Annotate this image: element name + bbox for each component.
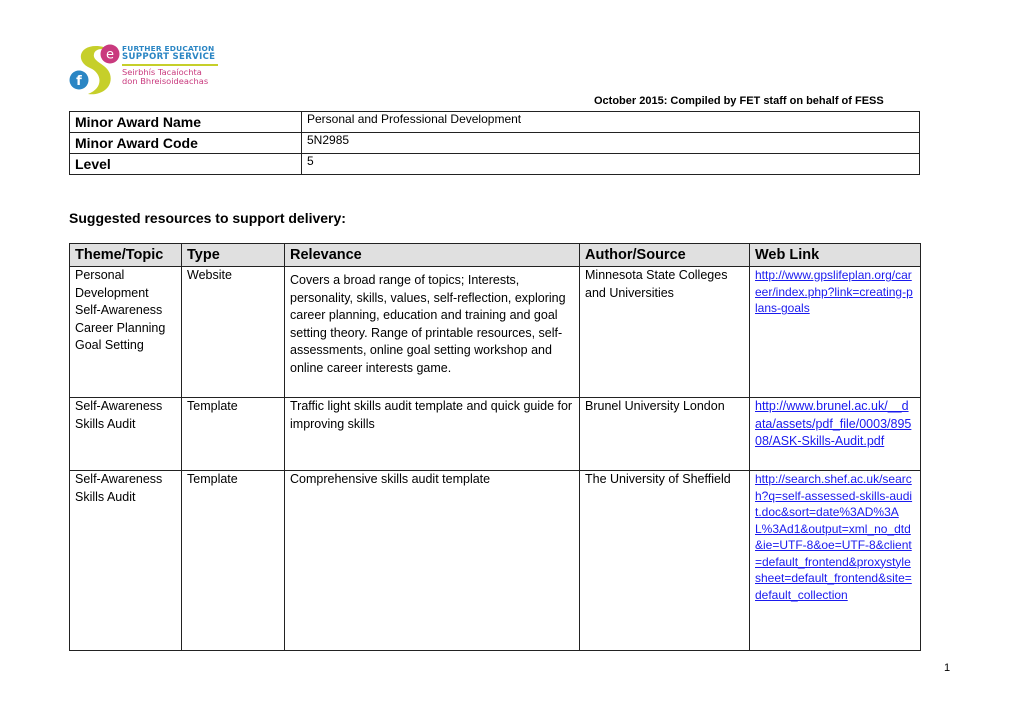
theme-line: Self-Awareness: [75, 399, 163, 413]
compiled-note: October 2015: Compiled by FET staff on b…: [594, 95, 884, 107]
theme-cell: Self-Awareness Skills Audit: [69, 470, 182, 651]
type-cell: Template: [181, 397, 285, 471]
table-row: Personal Development Self-Awareness Care…: [69, 266, 921, 398]
web-link[interactable]: http://www.gpslifeplan.org/career/index.…: [755, 267, 915, 317]
column-header-author: Author/Source: [579, 243, 750, 267]
link-cell: http://www.gpslifeplan.org/career/index.…: [749, 266, 921, 398]
award-row: Minor Award Code 5N2985: [69, 132, 920, 154]
section-title: Suggested resources to support delivery:: [69, 210, 346, 226]
theme-line: Skills Audit: [75, 489, 136, 504]
page-number: 1: [944, 662, 951, 674]
relevance-cell: Covers a broad range of topics; Interest…: [284, 266, 580, 398]
award-value: 5N2985: [301, 132, 920, 154]
type-cell: Website: [181, 266, 285, 398]
logo-wordmark: FURTHER EDUCATION SUPPORT SERVICE Seirbh…: [122, 44, 218, 86]
fess-logo: e f FURTHER EDUCATION SUPPORT SERVICE Se…: [66, 40, 226, 98]
theme-line: Development: [75, 285, 149, 300]
author-cell: The University of Sheffield: [579, 470, 750, 651]
theme-cell: Personal Development Self-Awareness Care…: [69, 266, 182, 398]
resources-table: Theme/Topic Type Relevance Author/Source…: [69, 243, 921, 651]
award-value: 5: [301, 153, 920, 175]
link-cell: http://www.brunel.ac.uk/__data/assets/pd…: [749, 397, 921, 471]
author-cell: Brunel University London: [579, 397, 750, 471]
logo-line-4: don Bhreisoideachas: [122, 76, 209, 86]
web-link[interactable]: http://search.shef.ac.uk/search?q=self-a…: [755, 471, 915, 603]
award-label: Minor Award Name: [69, 111, 302, 133]
theme-line: Self-Awareness: [75, 303, 163, 318]
logo-line-2: SUPPORT SERVICE: [122, 52, 216, 62]
award-row: Level 5: [69, 153, 920, 175]
svg-text:e: e: [106, 48, 114, 63]
column-header-relevance: Relevance: [284, 243, 580, 267]
table-row: Self-Awareness Skills Audit Template Tra…: [69, 397, 921, 471]
award-row: Minor Award Name Personal and Profession…: [69, 111, 920, 133]
svg-text:f: f: [76, 74, 82, 89]
theme-line: Skills Audit: [75, 416, 136, 431]
logo-divider: [122, 64, 218, 66]
column-header-link: Web Link: [749, 243, 921, 267]
web-link[interactable]: http://www.brunel.ac.uk/__data/assets/pd…: [755, 398, 915, 451]
award-info-table: Minor Award Name Personal and Profession…: [69, 111, 920, 175]
column-header-theme: Theme/Topic: [69, 243, 182, 267]
theme-line: Career Planning: [75, 320, 166, 335]
theme-cell: Self-Awareness Skills Audit: [69, 397, 182, 471]
award-label: Level: [69, 153, 302, 175]
table-header-row: Theme/Topic Type Relevance Author/Source…: [69, 243, 921, 267]
theme-line: Goal Setting: [75, 338, 144, 353]
table-row: Self-Awareness Skills Audit Template Com…: [69, 470, 921, 651]
award-value: Personal and Professional Development: [301, 111, 920, 133]
theme-line: Self-Awareness: [75, 472, 163, 486]
theme-line: Personal: [75, 268, 125, 282]
type-cell: Template: [181, 470, 285, 651]
relevance-cell: Traffic light skills audit template and …: [284, 397, 580, 471]
column-header-type: Type: [181, 243, 285, 267]
author-cell: Minnesota State Colleges and Universitie…: [579, 266, 750, 398]
relevance-cell: Comprehensive skills audit template: [284, 470, 580, 651]
fess-logo-mark-icon: e f: [69, 44, 120, 95]
link-cell: http://search.shef.ac.uk/search?q=self-a…: [749, 470, 921, 651]
award-label: Minor Award Code: [69, 132, 302, 154]
